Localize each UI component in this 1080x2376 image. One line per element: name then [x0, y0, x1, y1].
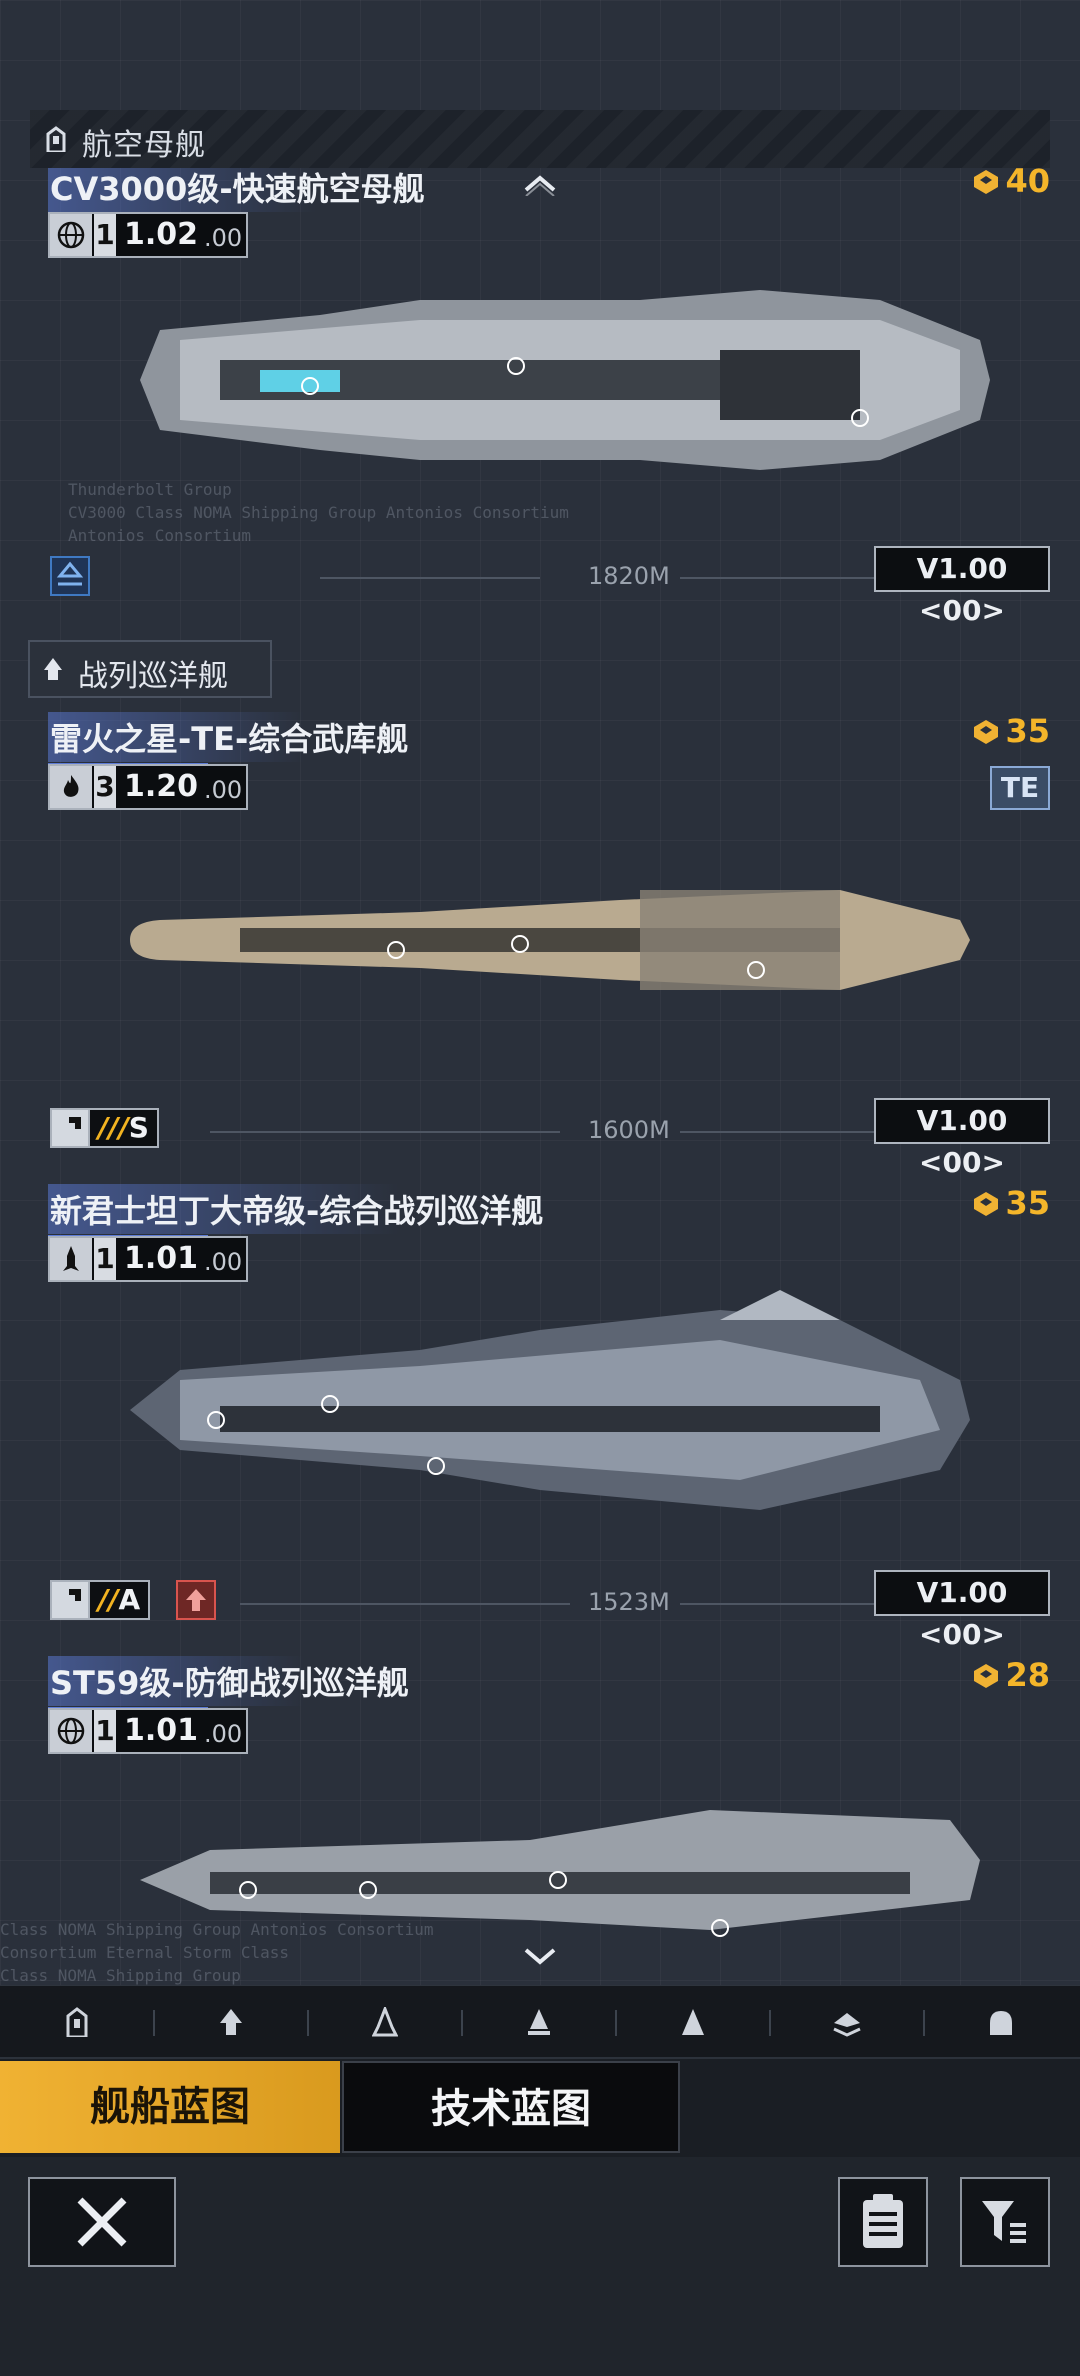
ship-type-nav — [0, 1985, 1080, 2058]
ship-length: 1820M — [588, 562, 670, 590]
ship-stats: 1 1.01 .00 — [48, 1708, 249, 1754]
ship-name[interactable]: 新君士坦丁大帝级-综合战列巡洋舰 — [48, 1184, 550, 1238]
te-badge: TE — [990, 766, 1050, 810]
cost-gem-icon — [974, 1192, 999, 1216]
ship-version: V1.00 <00> — [874, 1098, 1050, 1179]
corvette-icon — [833, 2013, 861, 2037]
ship-name[interactable]: 雷火之星-TE-综合武库舰 — [48, 712, 415, 766]
globe-icon — [57, 1717, 85, 1745]
ship-grade-tag: ///S — [50, 1108, 159, 1148]
ship-version: V1.00 <00> — [874, 546, 1050, 627]
ship-value-sub: .00 — [204, 1720, 243, 1748]
ship-grade-tag: //A — [50, 1580, 151, 1620]
ship-value: 1.20 — [124, 769, 199, 804]
ship-image[interactable] — [130, 1790, 980, 1950]
upgrade-badge[interactable] — [176, 1580, 216, 1620]
tab-ship-blueprint[interactable]: 舰船蓝图 — [0, 2061, 340, 2153]
list-button[interactable] — [838, 2177, 928, 2267]
nav-cruiser[interactable] — [308, 1986, 462, 2058]
ship-cost: 28 — [973, 1656, 1050, 1694]
ship-value: 1.02 — [124, 217, 199, 252]
aircraft-icon — [990, 2011, 1012, 2035]
ship-level: 3 — [94, 766, 116, 808]
ship-class-badge — [50, 556, 90, 596]
blueprint-label: Antonios Consortium — [68, 526, 252, 545]
nav-battlecruiser[interactable] — [154, 1986, 308, 2058]
section-header-carrier[interactable]: 航空母舰 — [30, 110, 1050, 168]
upgrade-arrow-icon — [186, 1589, 206, 1611]
ship-length: 1523M — [588, 1588, 670, 1616]
ship-name[interactable]: CV3000级-快速航空母舰 — [48, 162, 431, 216]
section-header-battlecruiser[interactable]: 战列巡洋舰 — [28, 640, 272, 698]
ship-cost: 35 — [973, 1184, 1050, 1222]
ship-cost: 35 — [973, 712, 1050, 750]
arrow-up-right-icon — [59, 1589, 81, 1611]
blueprint-tabs: 舰船蓝图 技术蓝图 — [0, 2057, 1080, 2159]
ship-stats: 3 1.20 .00 — [48, 764, 249, 810]
ship-length: 1600M — [588, 1116, 670, 1144]
ship-version: V1.00 <00> — [874, 1570, 1050, 1651]
section-title: 航空母舰 — [82, 128, 206, 163]
close-icon — [77, 2197, 127, 2247]
carrier-icon — [66, 2007, 88, 2037]
ship-stats: 1 1.01 .00 — [48, 1236, 249, 1282]
section-title: 战列巡洋舰 — [78, 659, 228, 694]
ship-level: 1 — [94, 1710, 116, 1752]
bottom-action-bar — [0, 2157, 1080, 2376]
nav-corvette[interactable] — [770, 1986, 924, 2058]
battlecruiser-icon — [220, 2009, 242, 2035]
nav-frigate[interactable] — [616, 1986, 770, 2058]
ship-grade: S — [128, 1111, 149, 1144]
nav-carrier[interactable] — [0, 1986, 154, 2058]
arrow-up-right-icon — [59, 1117, 81, 1139]
battlecruiser-icon — [44, 658, 62, 680]
ship-value: 1.01 — [124, 1713, 199, 1748]
ship-name[interactable]: ST59级-防御战列巡洋舰 — [48, 1656, 415, 1710]
nav-destroyer[interactable] — [462, 1986, 616, 2058]
carrier-icon — [46, 126, 66, 152]
rocket-icon — [63, 1246, 79, 1271]
scroll-up-icon[interactable] — [520, 172, 560, 196]
triangle-layers-icon — [56, 561, 84, 586]
ship-image[interactable] — [120, 860, 980, 1020]
filter-icon — [982, 2201, 1026, 2243]
ship-value-sub: .00 — [204, 776, 243, 804]
cost-gem-icon — [974, 1664, 999, 1688]
ship-grade: A — [118, 1583, 141, 1616]
ship-level: 1 — [94, 1238, 116, 1280]
ship-level: 1 — [94, 214, 116, 256]
clipboard-list-icon — [863, 2194, 903, 2248]
scroll-down-icon[interactable] — [520, 1944, 560, 1968]
ship-stats: 1 1.02 .00 — [48, 212, 249, 258]
close-button[interactable] — [28, 2177, 176, 2267]
flame-icon — [63, 775, 79, 797]
nav-aircraft[interactable] — [924, 1986, 1078, 2058]
globe-icon — [57, 221, 85, 249]
tab-tech-blueprint[interactable]: 技术蓝图 — [342, 2061, 680, 2153]
frigate-icon — [682, 2009, 704, 2035]
destroyer-icon — [528, 2009, 550, 2035]
ship-value: 1.01 — [124, 1241, 199, 1276]
ship-value-sub: .00 — [204, 224, 243, 252]
ship-image[interactable] — [120, 1280, 980, 1540]
filter-button[interactable] — [960, 2177, 1050, 2267]
ship-image[interactable] — [120, 260, 1000, 500]
blueprint-label: CV3000 Class NOMA Shipping Group Antonio… — [68, 503, 569, 522]
ship-value-sub: .00 — [204, 1248, 243, 1276]
cost-gem-icon — [974, 720, 999, 744]
blueprint-label: Class NOMA Shipping Group — [0, 1966, 241, 1985]
cruiser-icon — [372, 2007, 398, 2037]
cost-gem-icon — [974, 170, 999, 194]
